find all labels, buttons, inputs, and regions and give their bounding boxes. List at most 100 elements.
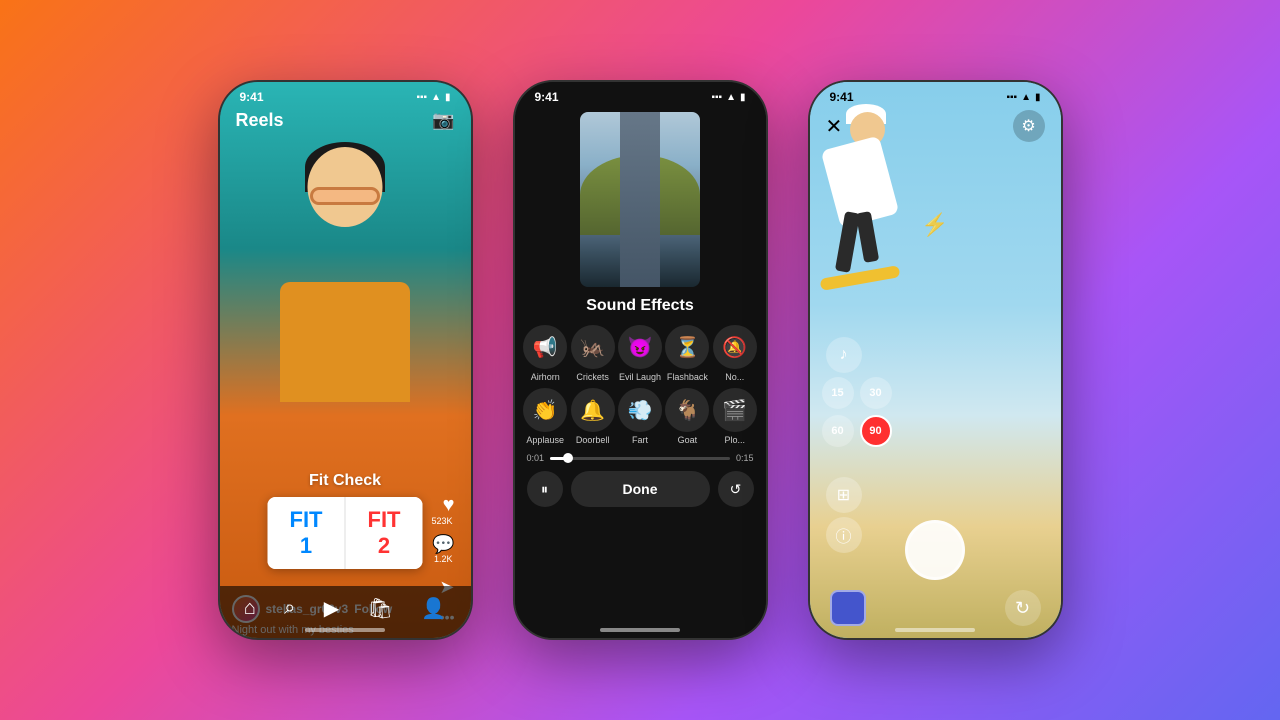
effect-applause[interactable]: 👏 Applause (523, 388, 568, 445)
time-end: 0:15 (736, 453, 754, 463)
comments-count: 1.2K (434, 554, 453, 564)
timer-60[interactable]: 60 (822, 415, 854, 447)
camera-screen: 9:41 ▪▪▪ ▲ ▮ ✕ ⚙ ⚡ ♪ 15 30 (810, 82, 1061, 638)
nav-home-icon[interactable]: ⌂ (244, 597, 256, 620)
sound-effects-title: Sound Effects (515, 297, 766, 315)
wifi-icon: ▲ (431, 92, 441, 103)
person-shirt (280, 282, 410, 402)
skateboard (819, 265, 900, 291)
airhorn-label: Airhorn (531, 372, 560, 382)
wifi-icon-2: ▲ (726, 92, 736, 103)
signal-icon-2: ▪▪▪ (711, 92, 722, 103)
timer-15[interactable]: 15 (822, 377, 854, 409)
goat-label: Goat (678, 435, 698, 445)
battery-icon-2: ▮ (740, 92, 746, 103)
phone-camera: 9:41 ▪▪▪ ▲ ▮ ✕ ⚙ ⚡ ♪ 15 30 (808, 80, 1063, 640)
grid-icon[interactable]: ⊞ (826, 477, 862, 513)
status-bar-2: 9:41 ▪▪▪ ▲ ▮ (515, 82, 766, 108)
plot-label: Plo... (725, 435, 746, 445)
evil-laugh-icon: 😈 (618, 325, 662, 369)
sound-effects-screen: 9:41 ▪▪▪ ▲ ▮ Sound Effects 📢 Airhorn 🦗 C… (515, 112, 766, 640)
settings-button[interactable]: ⚙ (1013, 110, 1045, 142)
phone-reels: 9:41 ▪▪▪ ▲ ▮ Reels 📷 ♥ 523K 💬 1.2K ➤ •••… (218, 80, 473, 640)
crickets-label: Crickets (576, 372, 609, 382)
effect-plot[interactable]: 🎬 Plo... (712, 388, 757, 445)
effect-airhorn[interactable]: 📢 Airhorn (523, 325, 568, 382)
comment-icon[interactable]: 💬 (432, 534, 454, 555)
battery-icon-3: ▮ (1035, 92, 1041, 103)
wifi-icon-3: ▲ (1021, 92, 1031, 103)
home-indicator (305, 628, 385, 632)
camera-icon[interactable]: 📷 (432, 110, 454, 131)
doorbell-icon: 🔔 (571, 388, 615, 432)
fit2-button[interactable]: FIT 2 (346, 497, 423, 569)
video-road (620, 112, 660, 287)
timer-30[interactable]: 30 (860, 377, 892, 409)
effect-flashback[interactable]: ⏳ Flashback (665, 325, 710, 382)
effect-fart[interactable]: 💨 Fart (617, 388, 662, 445)
skater-legs (834, 211, 859, 273)
applause-label: Applause (526, 435, 564, 445)
flip-camera-button[interactable]: ↻ (1005, 590, 1041, 626)
nav-search-icon[interactable]: ⌕ (284, 597, 295, 620)
applause-icon: 👏 (523, 388, 567, 432)
pause-button[interactable]: ⏸ (527, 471, 563, 507)
status-time-2: 9:41 (535, 90, 559, 104)
timeline-dot (563, 453, 573, 463)
heart-icon[interactable]: ♥ (443, 494, 455, 517)
no-icon: 🔕 (713, 325, 757, 369)
color-swatch[interactable] (830, 590, 866, 626)
flashback-icon: ⏳ (665, 325, 709, 369)
airhorn-icon: 📢 (523, 325, 567, 369)
fit-buttons-container: FIT 1 FIT 2 (268, 497, 423, 569)
done-button[interactable]: Done (571, 471, 710, 507)
status-icons: ▪▪▪ ▲ ▮ (416, 92, 450, 103)
timer-options: 15 30 60 90 (822, 377, 892, 447)
fit1-button[interactable]: FIT 1 (268, 497, 346, 569)
timeline-bar[interactable] (550, 457, 730, 460)
playback-controls: ⏸ Done ↺ (527, 471, 754, 507)
timer-90-active[interactable]: 90 (860, 415, 892, 447)
effect-no[interactable]: 🔕 No... (712, 325, 757, 382)
info-icon[interactable]: ⓘ (826, 517, 862, 553)
effect-evil-laugh[interactable]: 😈 Evil Laugh (617, 325, 662, 382)
effect-goat[interactable]: 🐐 Goat (665, 388, 710, 445)
status-time-3: 9:41 (830, 90, 854, 104)
music-icon[interactable]: ♪ (826, 337, 862, 373)
flash-icon[interactable]: ⚡ (921, 212, 948, 238)
effect-crickets[interactable]: 🦗 Crickets (570, 325, 615, 382)
plot-icon: 🎬 (713, 388, 757, 432)
status-icons-2: ▪▪▪ ▲ ▮ (711, 92, 745, 103)
person-glasses (310, 187, 380, 205)
effects-grid-row1: 📢 Airhorn 🦗 Crickets 😈 Evil Laugh ⏳ Flas… (523, 325, 758, 382)
nav-reels-icon[interactable]: ▶ (324, 596, 339, 621)
phone-sound-effects: 9:41 ▪▪▪ ▲ ▮ Sound Effects 📢 Airhorn 🦗 C… (513, 80, 768, 640)
signal-icon-3: ▪▪▪ (1006, 92, 1017, 103)
fart-label: Fart (632, 435, 648, 445)
fit-check-label: Fit Check (309, 472, 381, 490)
effects-grid-row2: 👏 Applause 🔔 Doorbell 💨 Fart 🐐 Goat 🎬 Pl… (523, 388, 758, 445)
nav-profile-icon[interactable]: 👤 (421, 596, 446, 621)
status-time: 9:41 (240, 90, 264, 104)
right-controls: ♪ (826, 337, 862, 373)
camera-top-controls: ✕ ⚙ (810, 110, 1061, 142)
flashback-label: Flashback (667, 372, 708, 382)
home-indicator-3 (895, 628, 975, 632)
home-indicator-2 (600, 628, 680, 632)
battery-icon: ▮ (445, 92, 451, 103)
timeline: 0:01 0:15 (527, 453, 754, 463)
close-button[interactable]: ✕ (826, 114, 843, 139)
goat-icon: 🐐 (665, 388, 709, 432)
fart-icon: 💨 (618, 388, 662, 432)
status-bar-3: 9:41 ▪▪▪ ▲ ▮ (810, 82, 1061, 108)
likes-count: 523K (431, 516, 452, 526)
timer-row-2: 60 90 (822, 415, 892, 447)
shutter-button[interactable] (905, 520, 965, 580)
status-bar: 9:41 ▪▪▪ ▲ ▮ (220, 82, 471, 108)
no-label: No... (725, 372, 744, 382)
video-preview (580, 112, 700, 287)
effect-doorbell[interactable]: 🔔 Doorbell (570, 388, 615, 445)
replay-button[interactable]: ↺ (718, 471, 754, 507)
reels-title: Reels (236, 110, 284, 131)
nav-shop-icon[interactable]: 🛍 (368, 596, 393, 621)
